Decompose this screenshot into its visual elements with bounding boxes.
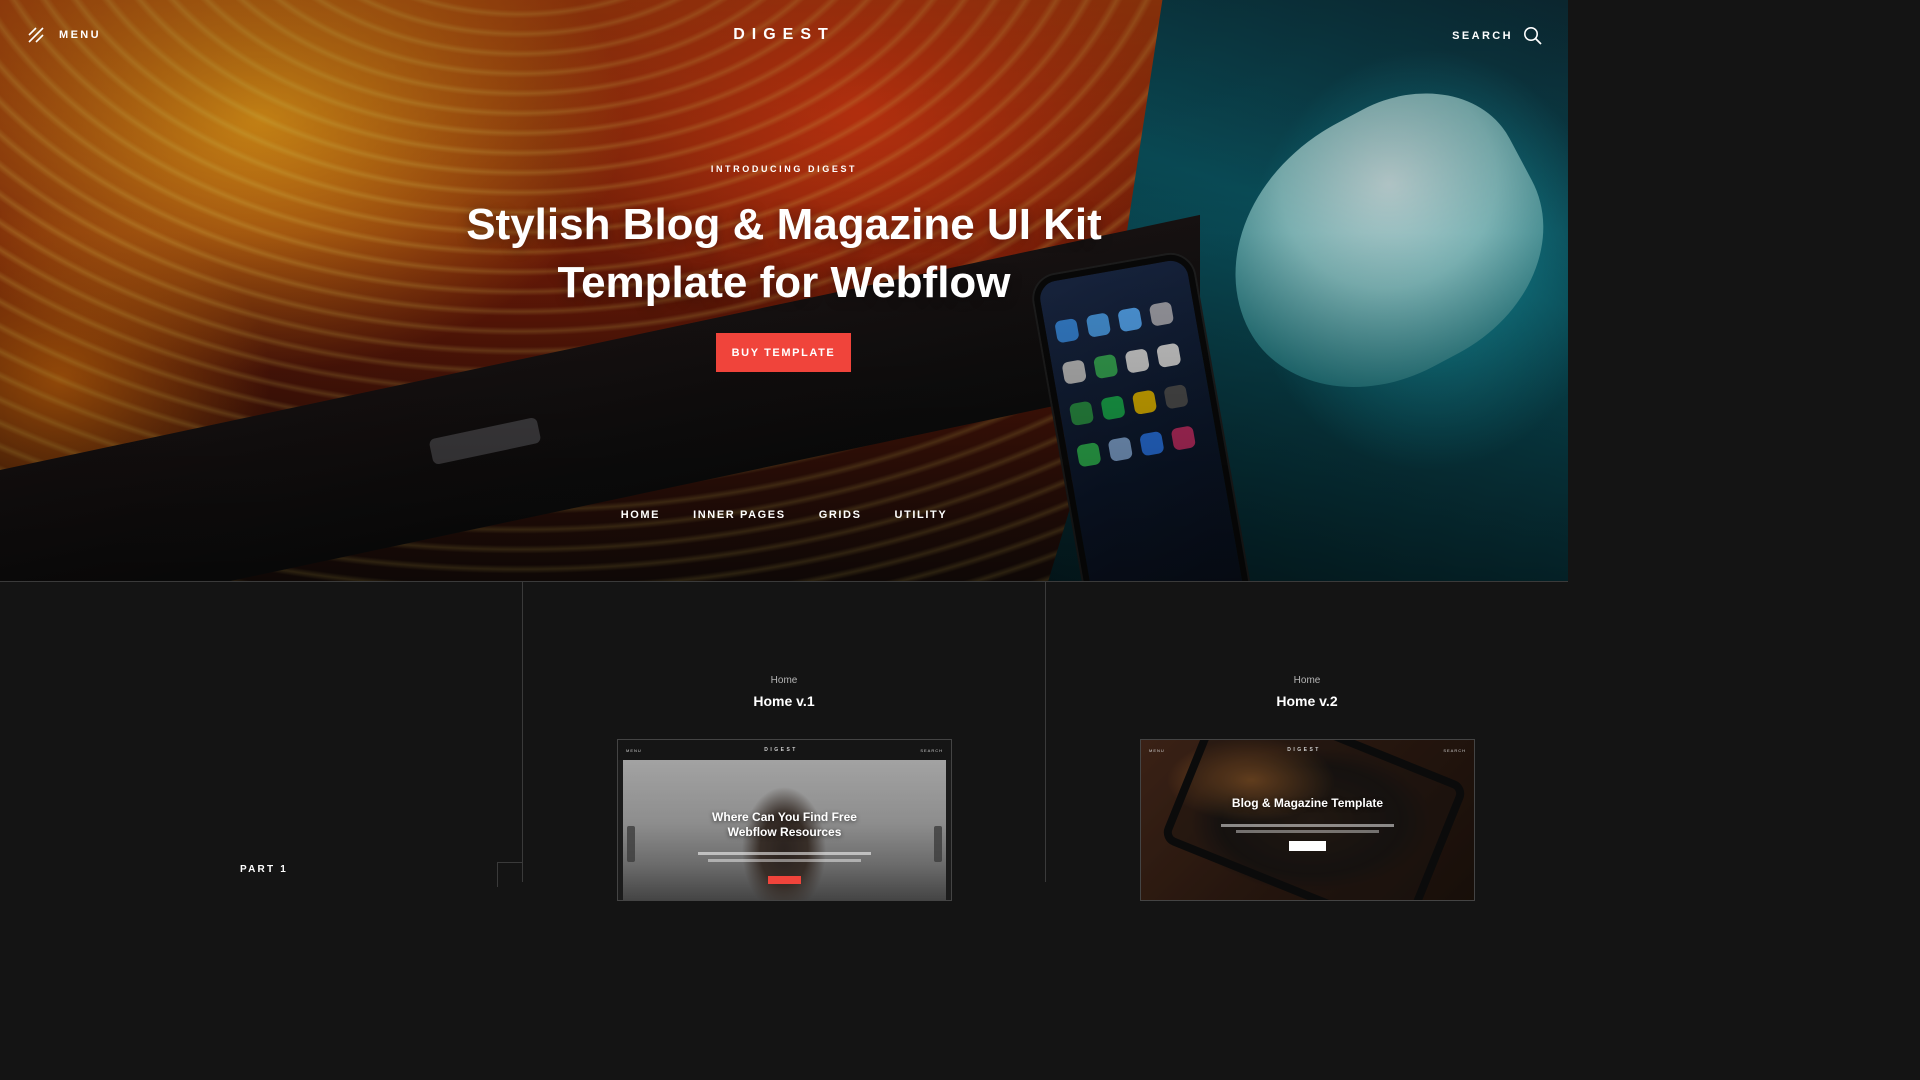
column-divider xyxy=(1045,582,1046,882)
search-icon xyxy=(1524,27,1542,45)
buy-template-button[interactable]: BUY TEMPLATE xyxy=(716,333,851,372)
preview-text-line xyxy=(1236,830,1379,833)
preview-search-label: SEARCH xyxy=(1443,747,1466,753)
hero-title-line-1: Stylish Blog & Magazine UI Kit xyxy=(466,200,1102,249)
search-button[interactable]: SEARCH xyxy=(1452,26,1542,45)
hero-title: Stylish Blog & Magazine UI Kit Template … xyxy=(384,196,1184,312)
card-category[interactable]: Home xyxy=(1046,675,1568,686)
nav-link-inner-pages[interactable]: INNER PAGES xyxy=(693,509,786,521)
preview-brand: DIGEST xyxy=(1287,747,1321,753)
preview-read-more-button xyxy=(768,876,801,884)
hero-eyebrow: INTRODUCING DIGEST xyxy=(710,164,858,174)
preview-text-line xyxy=(708,859,861,862)
nav-link-home[interactable]: HOME xyxy=(621,509,660,521)
part-corner-decoration xyxy=(497,862,522,887)
preview-headline-line-1: Blog & Magazine Template xyxy=(1231,796,1384,810)
preview-overlay xyxy=(1141,740,1474,900)
preview-brand: DIGEST xyxy=(764,747,798,753)
preview-menu-label: MENU xyxy=(626,747,642,753)
card-category[interactable]: Home xyxy=(523,675,1045,686)
preview-text-line xyxy=(1221,824,1394,827)
search-label: SEARCH xyxy=(1452,29,1513,42)
preview-text-line xyxy=(698,852,871,855)
section-divider xyxy=(0,581,1568,582)
hero-title-line-2: Template for Webflow xyxy=(557,258,1011,307)
preview-navbar: MENU DIGEST SEARCH xyxy=(1141,740,1474,760)
site-logo[interactable]: DIGEST xyxy=(0,26,1568,44)
preview-menu-label: MENU xyxy=(1149,747,1165,753)
preview-search-label: SEARCH xyxy=(920,747,943,753)
card-title[interactable]: Home v.2 xyxy=(1046,693,1568,709)
part-label: PART 1 xyxy=(240,864,289,875)
nav-link-grids[interactable]: GRIDS xyxy=(819,509,862,521)
card-title[interactable]: Home v.1 xyxy=(523,693,1045,709)
preview-headline-line-2: Webflow Resources xyxy=(727,825,842,839)
nav-link-utility[interactable]: UTILITY xyxy=(895,509,948,521)
preview-navbar: MENU DIGEST SEARCH xyxy=(618,740,951,760)
preview-headline-line-1: Where Can You Find Free xyxy=(712,810,857,824)
home-v2-preview[interactable]: MENU DIGEST SEARCH Blog & Magazine Templ… xyxy=(1140,739,1475,901)
category-nav: HOME INNER PAGES GRIDS UTILITY xyxy=(0,509,1568,521)
preview-buy-button xyxy=(1289,841,1326,851)
preview-headline: Where Can You Find Free Webflow Resource… xyxy=(618,810,951,840)
column-divider xyxy=(522,582,523,882)
preview-headline: Blog & Magazine Template xyxy=(1141,796,1474,811)
home-v1-preview[interactable]: MENU DIGEST SEARCH Where Can You Find Fr… xyxy=(617,739,952,901)
